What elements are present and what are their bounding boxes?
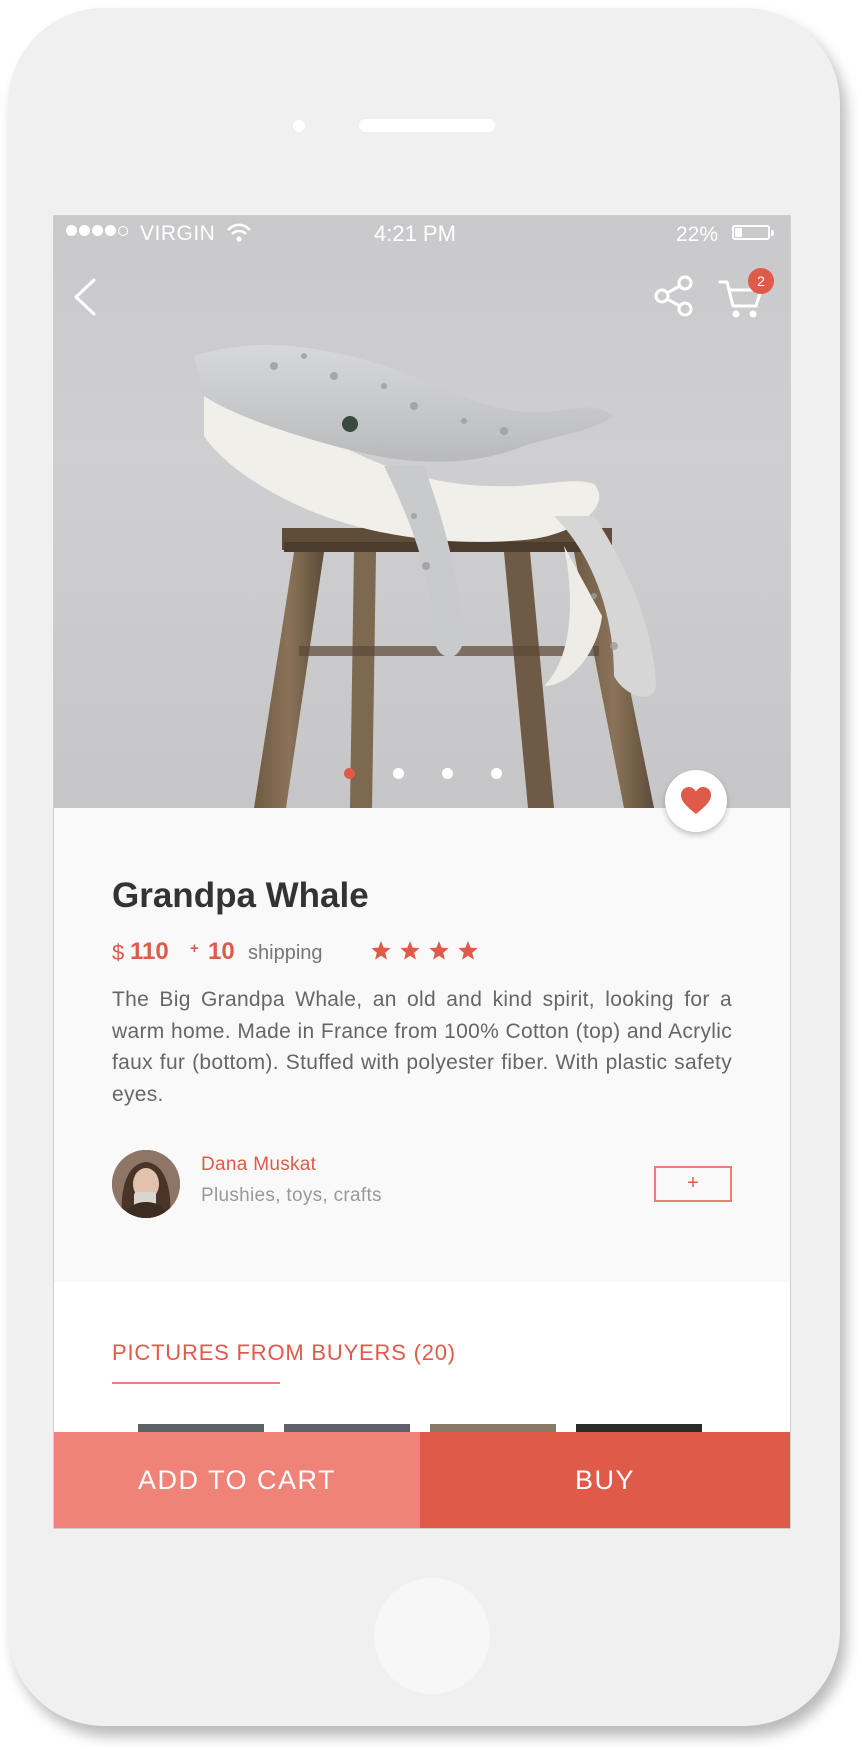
currency-symbol: $ [112,940,125,965]
buyer-pictures-tab[interactable]: PICTURES FROM BUYERS (20) [112,1340,456,1366]
status-time: 4:21 PM [374,221,456,246]
star-icon [429,941,449,960]
carrier-name: VIRGIN [140,222,216,245]
page-dot[interactable] [442,768,453,779]
home-button[interactable] [374,1578,490,1694]
share-icon[interactable] [652,274,696,318]
rating-stars [370,940,486,966]
add-to-cart-button[interactable]: ADD TO CART [54,1432,420,1528]
battery-icon [732,225,770,240]
wifi-icon [227,223,251,242]
heart-icon [681,787,711,814]
shipping-label: shipping [248,942,323,964]
buy-button[interactable]: BUY [420,1432,790,1528]
product-price: 110 [130,938,169,965]
battery-percent: 22% [676,223,719,246]
cart-count-badge[interactable]: 2 [748,268,774,294]
star-icon [371,941,391,960]
page-dot[interactable] [393,768,404,779]
avatar-photo [112,1150,180,1218]
follow-seller-button[interactable]: + [654,1166,732,1202]
star-icon [400,941,420,960]
back-chevron-icon[interactable] [66,272,106,322]
product-description: The Big Grandpa Whale, an old and kind s… [112,988,732,1106]
page-dot[interactable] [491,768,502,779]
product-image-gallery[interactable]: VIRGIN 4:21 PM 22% 2 [54,216,790,808]
front-camera [293,120,305,132]
earpiece-speaker [359,119,495,132]
signal-strength-icon [66,225,128,236]
status-bar: VIRGIN 4:21 PM 22% [54,216,790,250]
tab-underline [112,1382,280,1384]
product-title: Grandpa Whale [112,876,369,915]
seller-avatar[interactable] [112,1150,180,1218]
page-dot[interactable] [344,768,355,779]
product-info-section: Grandpa Whale $ 110 + 10 shipping The Bi… [54,808,790,1282]
shipping-cost: 10 [208,938,235,965]
favorite-button[interactable] [665,770,727,832]
seller-tags: Plushies, toys, crafts [201,1185,382,1206]
app-screen: VIRGIN 4:21 PM 22% 2 Grandpa Whale $ 110… [53,215,791,1529]
purchase-action-bar: ADD TO CART BUY [54,1432,790,1528]
star-icon [458,941,478,960]
shipping-plus: + [190,940,199,957]
seller-name[interactable]: Dana Muskat [201,1154,316,1176]
